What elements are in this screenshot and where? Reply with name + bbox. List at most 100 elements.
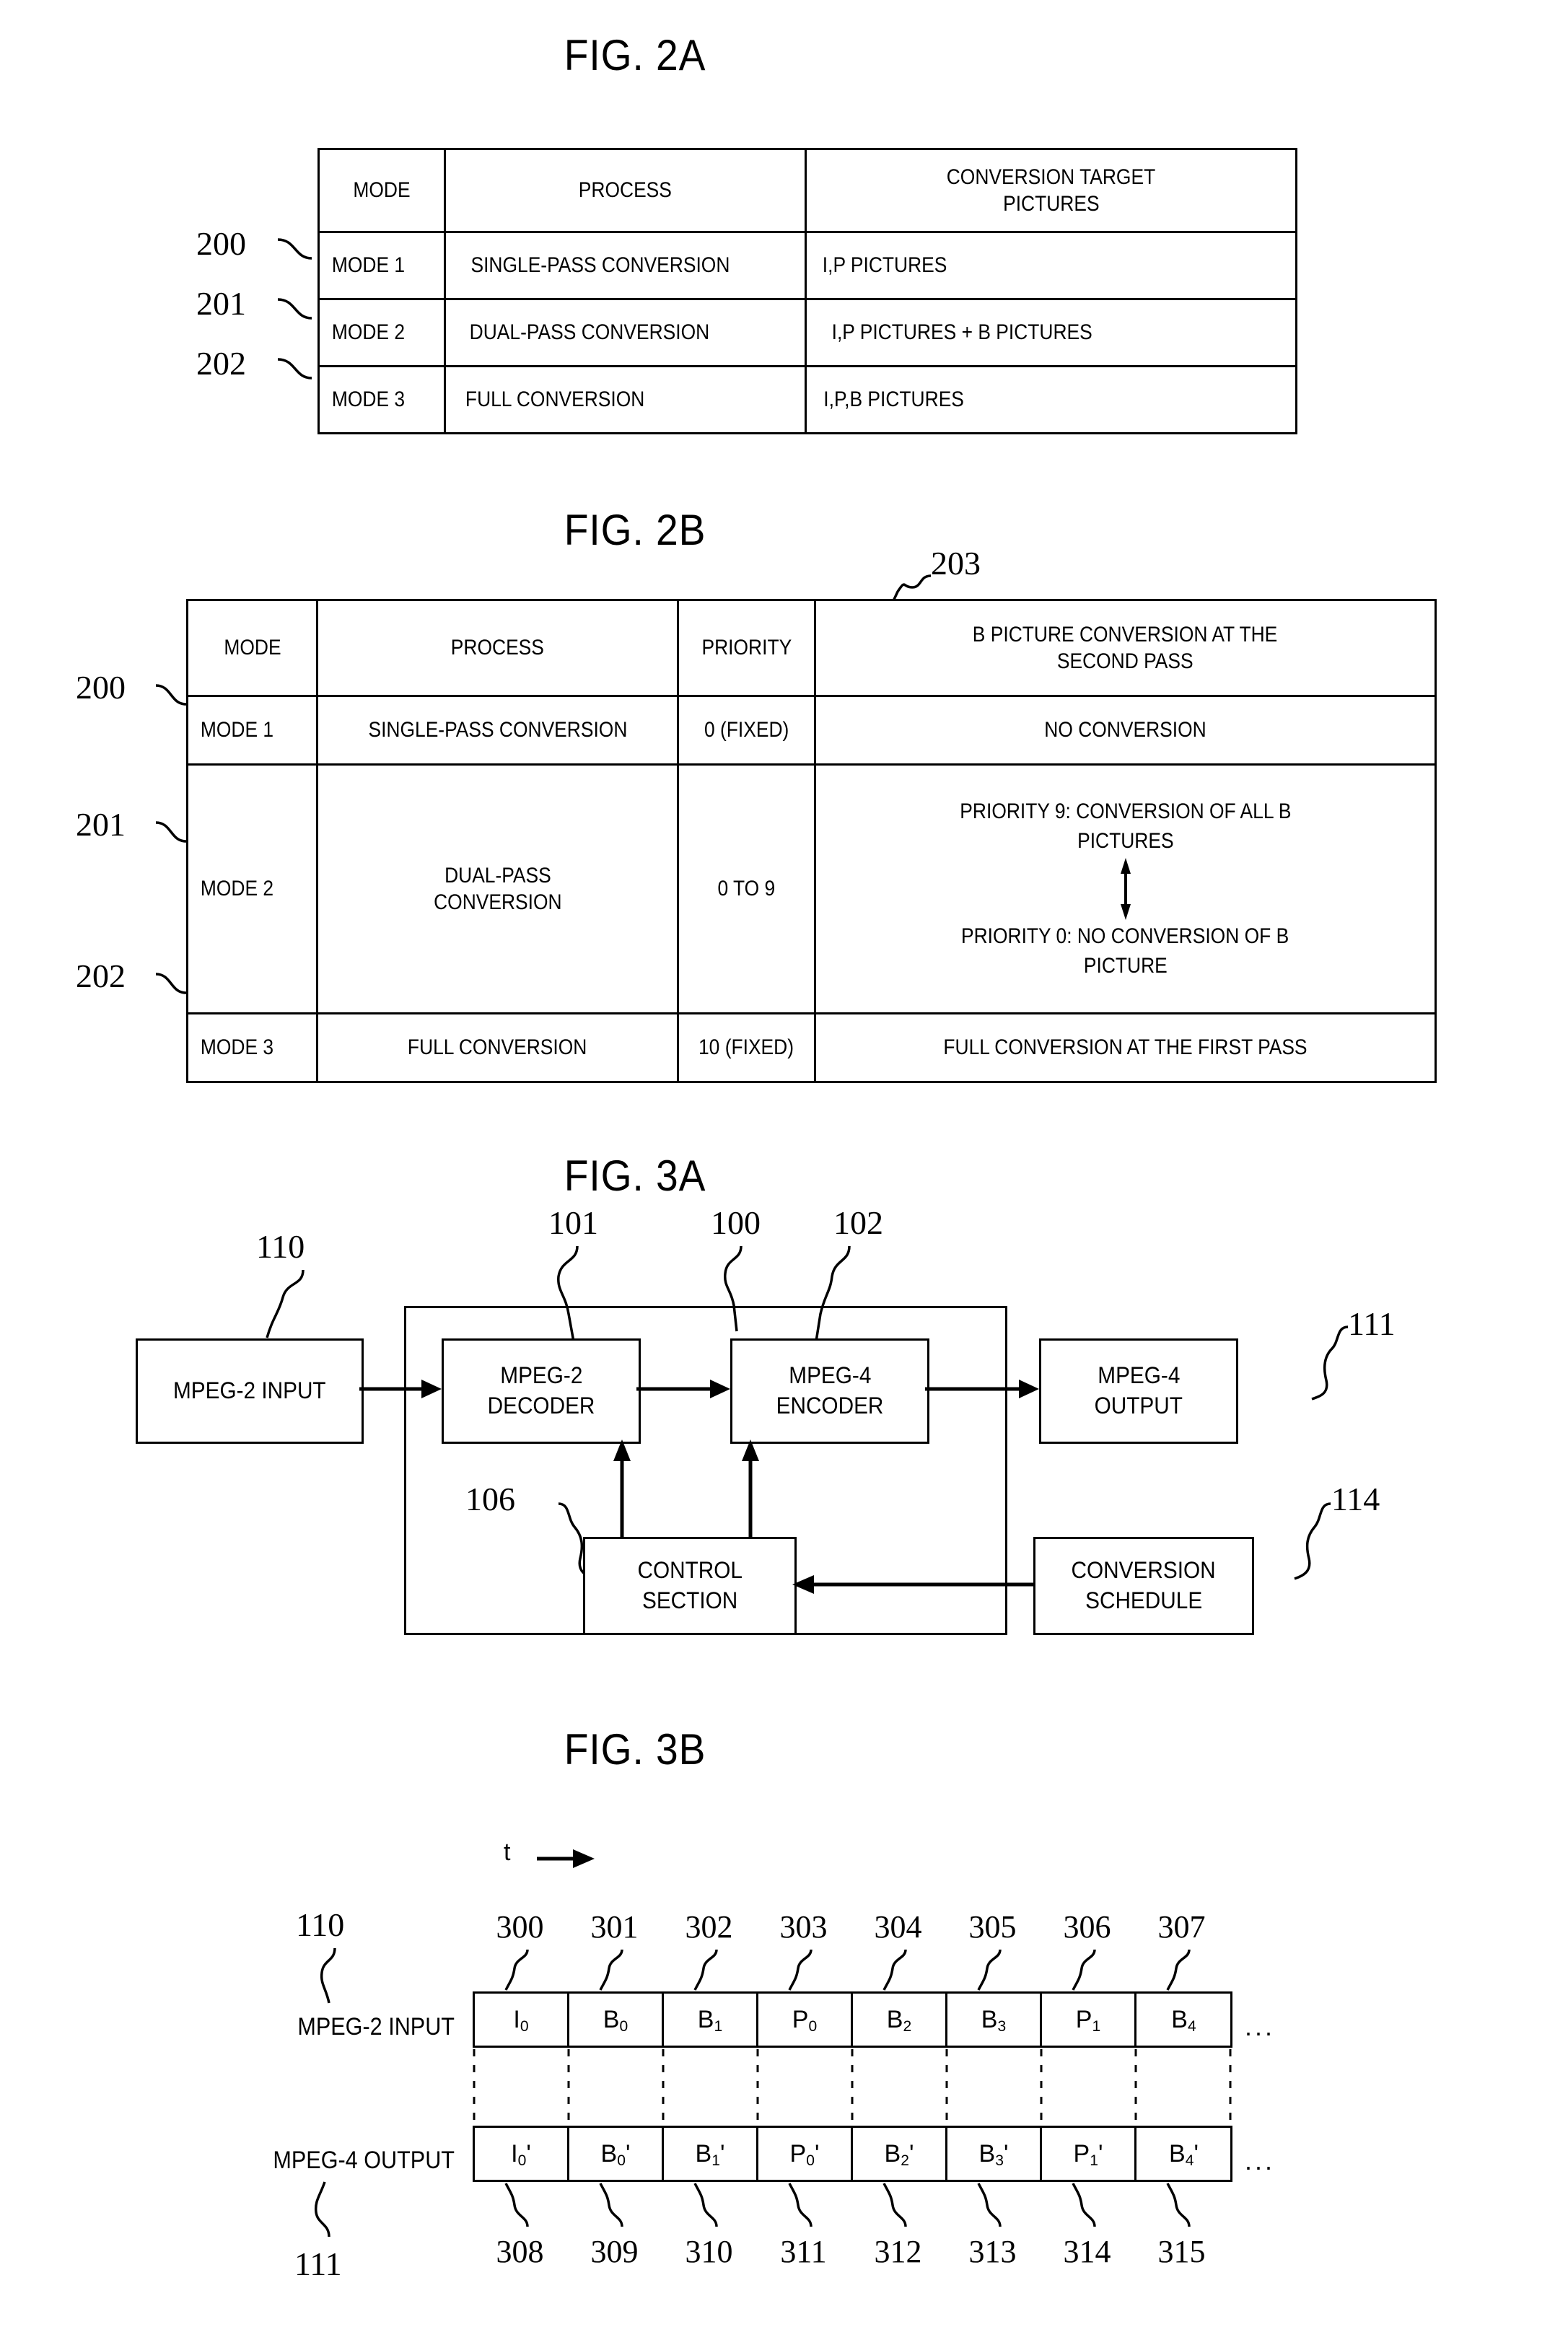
fig-3a-block-mpeg2-decoder-line2: DECODER [487,1393,595,1419]
fig-3b-input-ref-304: 304 [874,1909,922,1945]
fig-3a-block-mpeg4-encoder: MPEG-4 ENCODER [730,1338,929,1444]
fig-2a-header-target: CONVERSION TARGET PICTURES [805,148,1297,233]
fig-3b-input-ref-303: 303 [779,1909,828,1945]
fig-3b-input-ref-301: 301 [590,1909,639,1945]
fig-3b-input-ref-302: 302 [685,1909,733,1945]
fig-3a-ref-101: 101 [548,1204,598,1241]
table-row: MODE 3 FULL CONVERSION 10 (FIXED) FULL C… [186,1012,1437,1083]
fig-3b-output-ref-314: 314 [1063,2234,1111,2269]
fig-3a-block-mpeg4-encoder-line1: MPEG-4 [788,1362,872,1389]
fig-2b-row0-bconv: NO CONVERSION [814,695,1437,766]
fig-2b-row2-process: FULL CONVERSION [316,1012,679,1083]
fig-3a-block-mpeg2-decoder-line1: MPEG-2 [499,1362,583,1389]
fig-3b-input-leaders [504,1949,1191,1991]
fig-3b-leader-110 [320,1947,336,2004]
fig-3b-input-cell-1: B0 [569,1994,664,2046]
fig-3b-input-ref-307: 307 [1157,1909,1206,1945]
fig-2b-row0-mode: MODE 1 [186,695,318,766]
fig-2b-header-mode: MODE [186,599,318,697]
fig-3a-block-conversion-schedule-line1: CONVERSION [1071,1557,1217,1584]
fig-2b-header-process: PROCESS [316,599,679,697]
fig-3b-output-ellipsis: ... [1245,2146,1276,2175]
fig-3b-output-ref-310: 310 [685,2234,733,2269]
fig-3a-ref-114: 114 [1331,1481,1380,1517]
fig-2b-row1-priority: 0 TO 9 [677,763,816,1014]
fig-2a-title: FIG. 2A [564,31,706,79]
table-row: MODE 2 DUAL-PASS CONVERSION 0 TO 9 PRIOR… [186,763,1437,1014]
fig-2b-header-row: MODE PROCESS PRIORITY B PICTURE CONVERSI… [186,599,1437,697]
fig-3a-block-conversion-schedule-line2: SCHEDULE [1085,1587,1203,1613]
fig-3b-input-cell-6: P1 [1042,1994,1136,2046]
fig-3a-block-control-section: CONTROL SECTION [583,1537,797,1635]
fig-2a-row0-process: SINGLE-PASS CONVERSION [444,231,807,300]
fig-3a-leader-110 [266,1269,305,1338]
fig-3b-input-row-label: MPEG-2 INPUT [297,2013,455,2041]
fig-3b-input-cell-7: B4 [1171,2005,1196,2035]
fig-3b-output-cell-4: B2' [853,2128,947,2180]
fig-3a-block-control-section-line1: CONTROL [637,1557,743,1584]
fig-3a-ref-111: 111 [1348,1305,1396,1342]
fig-2a-header-row: MODE PROCESS CONVERSION TARGET PICTURES [317,148,1297,233]
fig-3b-output-cell-0: I0' [475,2128,569,2180]
fig-3b-output-strip: I0' B0' B1' P0' B2' B3' P1' B4' [473,2126,1232,2182]
fig-2a-row2-process: FULL CONVERSION [444,365,807,434]
fig-3b-output-cell-1: B0' [569,2128,664,2180]
fig-2b-table: MODE PROCESS PRIORITY B PICTURE CONVERSI… [186,599,1437,1083]
fig-3b-ref-111: 111 [294,2245,342,2282]
table-row: MODE 1 SINGLE-PASS CONVERSION 0 (FIXED) … [186,695,1437,766]
fig-2b-ref-201: 201 [76,806,126,843]
fig-3b-input-strip: I0 B0 B1 P0 B2 B3 P1 B4 [473,1991,1232,2048]
fig-3b-ref-110: 110 [296,1906,345,1943]
fig-3a-ref-102: 102 [833,1204,883,1241]
fig-3b-output-ref-309: 309 [590,2234,639,2269]
fig-2b-ref-202: 202 [76,957,126,994]
patent-figure-page: FIG. 2A 200 201 202 MODE PROCESS CONVERS… [0,0,1568,2345]
fig-3a-block-mpeg2-decoder: MPEG-2 DECODER [442,1338,641,1444]
fig-2b-row1-mode: MODE 2 [186,763,318,1014]
fig-2a-row0-target: I,P PICTURES [805,231,1297,300]
fig-2b-bconv-top: PRIORITY 9: CONVERSION OF ALL B PICTURES [959,799,1292,853]
fig-2a-table: MODE PROCESS CONVERSION TARGET PICTURES … [317,148,1297,434]
fig-3b-output-row-label: MPEG-4 OUTPUT [273,2147,455,2174]
fig-2b-row1-process: DUAL-PASS CONVERSION [316,763,679,1014]
fig-2a-header-process: PROCESS [444,148,807,233]
double-arrow-icon [820,856,1430,922]
fig-3b-input-cell-0: I0 [475,1994,569,2046]
fig-3b-output-cell-3: P0' [758,2128,853,2180]
fig-3a-block-mpeg4-output-line1: MPEG-4 [1097,1362,1181,1389]
fig-3b-time-label: t [504,1838,511,1866]
fig-3b-dashed-connectors [473,2049,1232,2124]
fig-2a-ref-201: 201 [196,285,246,322]
fig-3a-title: FIG. 3A [564,1152,706,1200]
fig-3b-output-leaders [504,2183,1191,2227]
fig-3b-input-cell-5: B3 [947,1994,1042,2046]
fig-2b-title: FIG. 2B [564,506,706,554]
fig-2b-bconv-bottom: PRIORITY 0: NO CONVERSION OF B PICTURE [961,924,1289,978]
table-row: MODE 1 SINGLE-PASS CONVERSION I,P PICTUR… [317,231,1297,300]
fig-3b-output-cell-7: B4' [1169,2139,1199,2170]
fig-3a-block-mpeg2-input: MPEG-2 INPUT [136,1338,364,1444]
fig-3a-ref-100: 100 [711,1204,761,1241]
fig-3a-block-mpeg4-output-line2: OUTPUT [1094,1393,1183,1419]
fig-3b-output-cell-2: B1' [664,2128,758,2180]
fig-3b-output-ref-308: 308 [496,2234,544,2269]
fig-3b-leader-111 [314,2181,330,2237]
fig-2a-row1-process: DUAL-PASS CONVERSION [444,298,807,367]
fig-3b-output-ref-312: 312 [874,2234,922,2269]
fig-2a-row2-target: I,P,B PICTURES [805,365,1297,434]
fig-3b-output-cell-refs: 308 309 310 311 312 313 314 315 [473,2233,1229,2270]
fig-3a-block-control-section-line2: SECTION [641,1587,738,1613]
fig-3b-input-ref-305: 305 [968,1909,1017,1945]
fig-3a-block-mpeg2-input-label: MPEG-2 INPUT [173,1377,326,1404]
fig-2b-row2-mode: MODE 3 [186,1012,318,1083]
fig-3a-ref-110: 110 [256,1228,305,1265]
fig-2b-header-bconv: B PICTURE CONVERSION AT THE SECOND PASS [814,599,1437,697]
fig-3b-input-ellipsis: ... [1245,2012,1276,2041]
fig-3b-input-cell-2: B1 [664,1994,758,2046]
fig-2b-row2-priority: 10 (FIXED) [677,1012,816,1083]
fig-3b-input-cell-3: P0 [758,1994,853,2046]
table-row: MODE 3 FULL CONVERSION I,P,B PICTURES [317,365,1297,434]
fig-3b-input-ref-306: 306 [1063,1909,1111,1945]
fig-2b-ref-203: 203 [931,545,981,582]
fig-2a-row1-target: I,P PICTURES + B PICTURES [805,298,1297,367]
